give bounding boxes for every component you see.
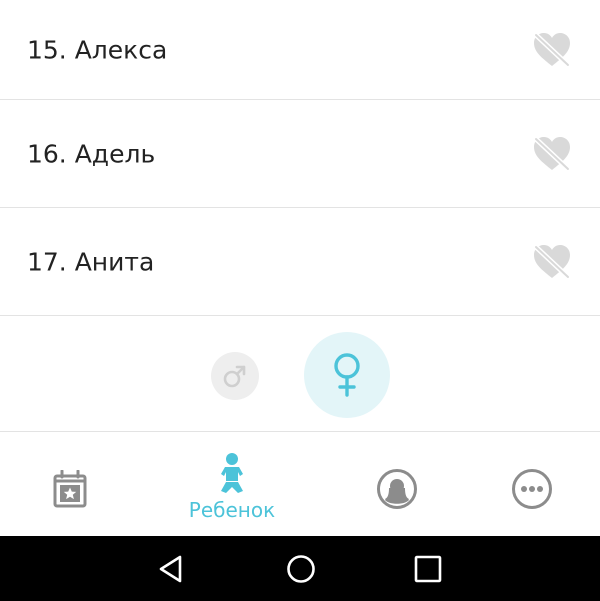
list-item[interactable]: 16. Адель bbox=[0, 100, 600, 208]
nav-tab-baby[interactable]: Ребенок bbox=[172, 432, 292, 536]
home-button[interactable] bbox=[284, 552, 318, 586]
heart-off-icon[interactable] bbox=[532, 135, 572, 173]
name-label: 17. Анита bbox=[27, 247, 155, 276]
calendar-star-icon bbox=[53, 470, 87, 508]
name-list: 15. Алекса 16. Адель 17. Анита bbox=[0, 0, 600, 316]
male-symbol-icon bbox=[223, 365, 246, 388]
list-item[interactable]: 15. Алекса bbox=[0, 0, 600, 100]
baby-tab-label: Ребенок bbox=[188, 498, 276, 522]
bottom-navigation: Ребенок bbox=[0, 432, 600, 536]
male-toggle-button[interactable] bbox=[211, 352, 259, 400]
app-screen: 15. Алекса 16. Адель 17. Анита Ребенок bbox=[0, 0, 600, 601]
nav-tab-profile[interactable] bbox=[350, 432, 440, 536]
recents-button[interactable] bbox=[411, 552, 445, 586]
recents-square-icon bbox=[414, 555, 442, 583]
system-navigation-bar bbox=[0, 536, 600, 601]
name-label: 16. Адель bbox=[27, 139, 156, 168]
name-label: 15. Алекса bbox=[27, 35, 168, 64]
back-triangle-icon bbox=[159, 555, 182, 583]
female-symbol-icon bbox=[334, 353, 360, 397]
back-button[interactable] bbox=[154, 552, 188, 586]
more-icon bbox=[512, 469, 552, 509]
heart-off-icon[interactable] bbox=[532, 243, 572, 281]
female-toggle-button[interactable] bbox=[304, 332, 390, 418]
baby-icon bbox=[221, 453, 243, 493]
profile-icon bbox=[377, 469, 417, 509]
nav-tab-more[interactable] bbox=[486, 432, 576, 536]
nav-tab-calendar[interactable] bbox=[24, 432, 114, 536]
gender-selector bbox=[0, 316, 600, 432]
home-circle-icon bbox=[287, 555, 315, 583]
heart-off-icon[interactable] bbox=[532, 31, 572, 69]
list-item[interactable]: 17. Анита bbox=[0, 208, 600, 316]
